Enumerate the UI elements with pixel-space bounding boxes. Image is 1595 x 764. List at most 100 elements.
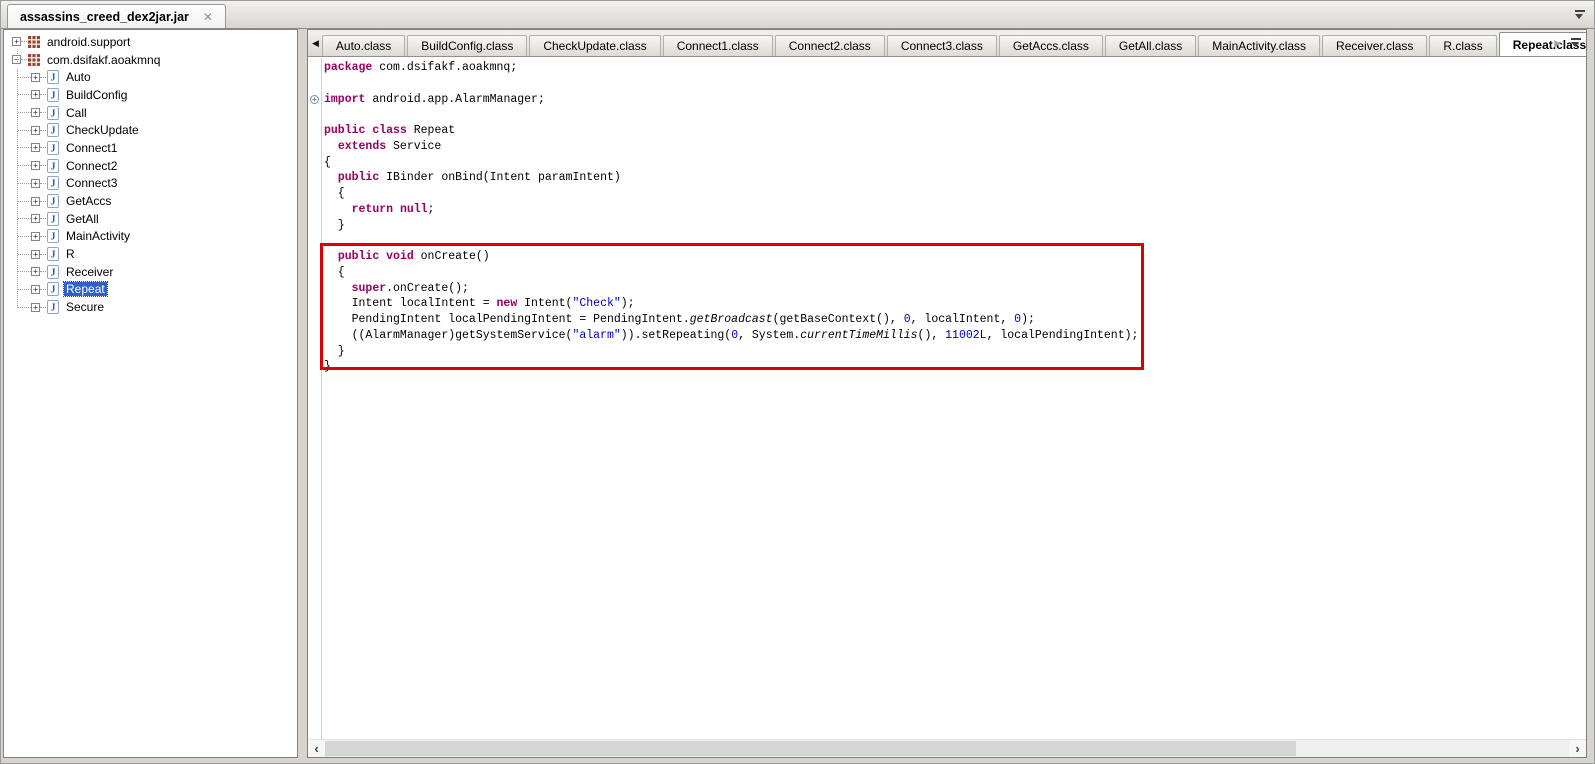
tree-item[interactable]: − com.dsifakf.aoakmnq [4, 51, 297, 69]
tree-item[interactable]: + J GetAccs [4, 192, 297, 210]
tree-item-label[interactable]: android.support [45, 35, 132, 49]
tree-item[interactable]: + J MainActivity [4, 228, 297, 246]
tab-scroll-left-icon[interactable]: ◀ [312, 38, 319, 49]
tree-connector [40, 289, 46, 290]
tree-item-label[interactable]: R [64, 247, 77, 261]
tree-item-label[interactable]: Connect2 [64, 159, 119, 173]
class-tab[interactable]: GetAccs.class [999, 35, 1103, 56]
tab-scroll-right-icon[interactable]: ▶ [1554, 38, 1561, 49]
tree-expand-toggle[interactable]: + [31, 197, 40, 206]
tree-connector [40, 94, 46, 95]
tree-item[interactable]: + J Connect3 [4, 175, 297, 193]
tree-item-label[interactable]: BuildConfig [64, 88, 129, 102]
fold-toggle-icon[interactable]: + [310, 95, 319, 104]
jar-tab[interactable]: assassins_creed_dex2jar.jar ✕ [7, 4, 226, 28]
tree-connector [40, 201, 46, 202]
tree-expand-toggle[interactable]: + [31, 108, 40, 117]
tree-item[interactable]: + J Receiver [4, 263, 297, 281]
tree-item[interactable]: + android.support [4, 33, 297, 51]
tree-item[interactable]: + J Repeat [4, 281, 297, 299]
class-tab[interactable]: Connect2.class [775, 35, 885, 56]
tab-list-dropdown-icon[interactable] [1574, 10, 1585, 20]
class-tab[interactable]: Auto.class [322, 35, 405, 56]
java-class-icon: J [47, 212, 59, 226]
tree-item[interactable]: + J CheckUpdate [4, 121, 297, 139]
tree-item-label[interactable]: Secure [64, 300, 106, 314]
java-class-icon: J [47, 88, 59, 102]
java-class-icon: J [47, 106, 59, 120]
tree-connector [40, 147, 46, 148]
class-tab[interactable]: Connect1.class [663, 35, 773, 56]
tree-expand-toggle[interactable]: + [31, 90, 40, 99]
svg-text:J: J [51, 161, 56, 172]
tree-item[interactable]: + J Call [4, 104, 297, 122]
class-tab-label: GetAll.class [1119, 39, 1182, 53]
tree-expand-toggle[interactable]: + [31, 267, 40, 276]
tree-connector [40, 165, 46, 166]
code-editor[interactable]: + package com.dsifakf.aoakmnq;import and… [308, 58, 1586, 740]
tree-guide-line [17, 49, 18, 62]
tree-item-label[interactable]: Repeat [64, 282, 107, 296]
tree-item-label[interactable]: GetAll [64, 212, 101, 226]
tree-expand-toggle[interactable]: + [31, 161, 40, 170]
horizontal-scrollbar[interactable]: ‹ › [308, 739, 1586, 757]
tree-connector [21, 41, 27, 42]
tree-expand-toggle[interactable]: + [31, 250, 40, 259]
svg-text:J: J [51, 143, 56, 154]
tree-item-label[interactable]: com.dsifakf.aoakmnq [45, 53, 162, 67]
scroll-left-icon[interactable]: ‹ [308, 740, 325, 757]
tree-expand-toggle[interactable]: + [31, 73, 40, 82]
class-tab-label: Connect2.class [789, 39, 871, 53]
tree-item-label[interactable]: MainActivity [64, 229, 132, 243]
tree-expand-toggle[interactable]: + [31, 285, 40, 294]
tree-connector [18, 77, 31, 78]
tree-expand-toggle[interactable]: + [31, 126, 40, 135]
source-view-panel: ◀ Auto.class BuildConfig.class CheckUpda… [307, 29, 1587, 758]
java-class-icon: J [47, 123, 59, 137]
class-tab[interactable]: Connect3.class [887, 35, 997, 56]
tree-item-label[interactable]: CheckUpdate [64, 123, 141, 137]
class-tab[interactable]: R.class [1429, 35, 1496, 56]
scrollbar-thumb[interactable] [325, 741, 1296, 756]
code-line: import android.app.AlarmManager; [324, 92, 1586, 108]
tree-item[interactable]: + J Connect2 [4, 157, 297, 175]
class-tabbar: ◀ Auto.class BuildConfig.class CheckUpda… [308, 30, 1586, 57]
tree-connector [18, 289, 31, 290]
code-token: null [400, 203, 428, 216]
package-icon [28, 54, 40, 66]
tree-item-label[interactable]: GetAccs [64, 194, 113, 208]
code-line [324, 107, 1586, 123]
class-tab-label: GetAccs.class [1013, 39, 1089, 53]
tree-expand-toggle[interactable]: + [31, 214, 40, 223]
tree-item[interactable]: + J R [4, 245, 297, 263]
tree-item-label[interactable]: Call [64, 106, 89, 120]
tree-expand-toggle[interactable]: + [31, 303, 40, 312]
code-line: extends Service [324, 139, 1586, 155]
java-class-icon: J [47, 194, 59, 208]
tree-expand-toggle[interactable]: + [12, 37, 21, 46]
tree-connector [40, 271, 46, 272]
tree-item[interactable]: + J Connect1 [4, 139, 297, 157]
tree-item[interactable]: + J BuildConfig [4, 86, 297, 104]
tree-item-label[interactable]: Connect1 [64, 141, 119, 155]
class-tab[interactable]: Receiver.class [1322, 35, 1427, 56]
tree-item-label[interactable]: Auto [64, 70, 93, 84]
tree-expand-toggle[interactable]: + [31, 232, 40, 241]
tree-item-label[interactable]: Connect3 [64, 176, 119, 190]
class-tab[interactable]: GetAll.class [1105, 35, 1196, 56]
scroll-right-icon[interactable]: › [1569, 740, 1586, 757]
class-tab[interactable]: BuildConfig.class [407, 35, 527, 56]
close-icon[interactable]: ✕ [203, 10, 213, 24]
class-tab[interactable]: MainActivity.class [1198, 35, 1320, 56]
tree-item[interactable]: + J GetAll [4, 210, 297, 228]
tree-item[interactable]: + J Secure [4, 298, 297, 316]
svg-text:J: J [51, 232, 56, 243]
java-class-icon: J [47, 70, 59, 84]
tree-item[interactable]: + J Auto [4, 68, 297, 86]
tree-item-label[interactable]: Receiver [64, 265, 115, 279]
tab-list-dropdown-icon[interactable] [1570, 38, 1581, 48]
class-tab[interactable]: CheckUpdate.class [529, 35, 660, 56]
tree-expand-toggle[interactable]: + [31, 143, 40, 152]
code-line: public class Repeat [324, 123, 1586, 139]
tree-expand-toggle[interactable]: + [31, 179, 40, 188]
